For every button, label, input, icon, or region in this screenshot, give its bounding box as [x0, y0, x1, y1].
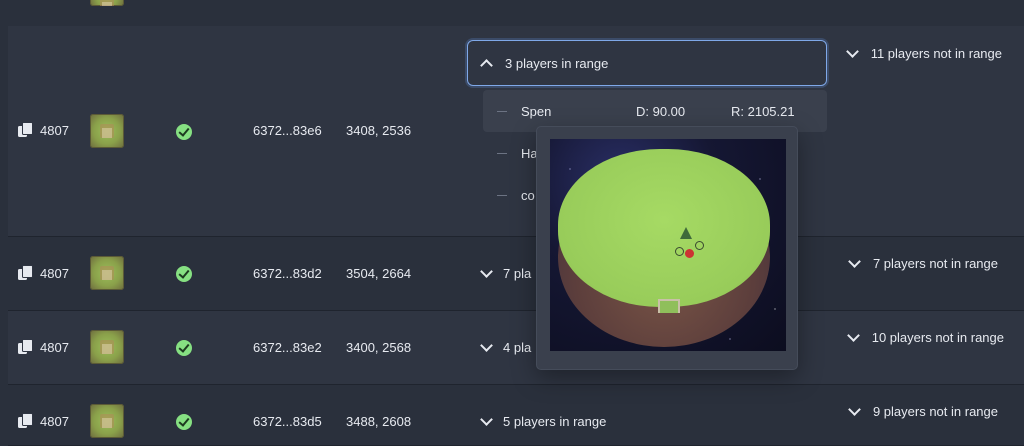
hash-cell: 6372...83d2 [253, 266, 322, 281]
chevron-down-icon [848, 403, 861, 416]
in-range-toggle[interactable]: 5 players in range [480, 413, 606, 429]
copy-icon[interactable] [18, 122, 33, 138]
coords-cell: 3408, 2536 [346, 123, 412, 138]
chevron-down-icon [848, 255, 861, 268]
map-preview-popup [536, 126, 798, 370]
map-thumbnail[interactable] [90, 114, 124, 148]
table-row: 4807 6372...83d5 3488, 2608 5 players in… [8, 385, 1024, 446]
hash-cell: 6372...83e6 [253, 123, 322, 138]
chevron-down-icon [845, 45, 859, 58]
chevron-down-icon [480, 339, 493, 352]
check-icon [176, 124, 192, 140]
copy-icon[interactable] [18, 265, 33, 281]
player-marker-icon [685, 249, 694, 258]
hash-cell: 6372...83d5 [253, 414, 322, 429]
player-name: Spen [521, 103, 552, 119]
table-row: 4807 6372...83d2 3504, 2664 7 pla 7 play… [8, 237, 1024, 311]
coords-cell: 3488, 2608 [346, 414, 412, 429]
player-radius: R: 2105.21 [731, 103, 795, 119]
map-thumbnail [90, 0, 124, 6]
not-in-range-toggle[interactable]: 11 players not in range [845, 45, 1002, 61]
not-in-range-toggle[interactable]: 10 players not in range [846, 329, 1004, 345]
in-range-toggle[interactable]: 7 pla [480, 265, 531, 281]
copy-icon[interactable] [18, 413, 33, 429]
table-row [8, 0, 1024, 27]
id-cell[interactable]: 4807 [18, 413, 69, 429]
coords-cell: 3400, 2568 [346, 340, 412, 355]
map-preview-image [550, 139, 786, 351]
check-icon [176, 340, 192, 356]
id-cell[interactable]: 4807 [18, 339, 69, 355]
coords-cell: 3504, 2664 [346, 266, 412, 281]
chevron-down-icon [480, 413, 493, 426]
chevron-down-icon [480, 265, 493, 278]
not-in-range-toggle[interactable]: 7 players not in range [848, 255, 998, 271]
row-id: 4807 [40, 122, 69, 138]
not-in-range-toggle[interactable]: 9 players not in range [848, 403, 998, 419]
tree-icon [680, 227, 692, 239]
gate-icon [658, 299, 680, 313]
id-cell[interactable]: 4807 [18, 122, 69, 138]
in-range-toggle[interactable]: 3 players in range [467, 40, 827, 86]
player-marker-icon [675, 247, 684, 256]
map-thumbnail[interactable] [90, 256, 124, 290]
copy-icon[interactable] [18, 339, 33, 355]
chevron-up-icon [480, 58, 493, 72]
map-thumbnail[interactable] [90, 330, 124, 364]
id-cell[interactable]: 4807 [18, 265, 69, 281]
player-name: co [521, 187, 535, 203]
map-thumbnail[interactable] [90, 404, 124, 438]
chevron-down-icon [846, 329, 860, 342]
check-icon [176, 266, 192, 282]
player-marker-icon [695, 241, 704, 250]
player-distance: D: 90.00 [636, 103, 686, 119]
table-row: 4807 6372...83e2 3400, 2568 4 pla 10 pla… [8, 311, 1024, 385]
in-range-toggle[interactable]: 4 pla [480, 339, 531, 355]
hash-cell: 6372...83e2 [253, 340, 322, 355]
check-icon [176, 414, 192, 430]
